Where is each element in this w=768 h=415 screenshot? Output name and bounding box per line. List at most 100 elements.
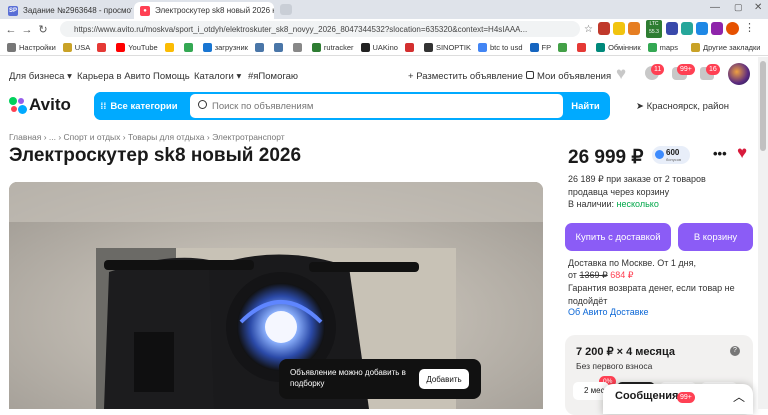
bookmark-item[interactable]: USA bbox=[62, 43, 90, 52]
extension-icon[interactable] bbox=[666, 22, 678, 35]
tab-thumb-icon[interactable] bbox=[280, 4, 292, 15]
bonus-icon bbox=[655, 150, 664, 159]
location-arrow-icon: ➤ bbox=[636, 101, 644, 112]
installment-amount: 7 200 ₽ × 4 месяца bbox=[576, 346, 675, 358]
rutracker-icon bbox=[311, 43, 321, 52]
browser-tab-active[interactable]: ● Электроскутер sk8 новый 2026 к ✕ bbox=[134, 2, 274, 19]
link-catalogs[interactable]: Каталоги ▾ bbox=[194, 71, 241, 82]
installment-subtitle: Без первого взноса bbox=[576, 361, 653, 371]
youtube-icon bbox=[116, 43, 126, 52]
bookmark-item[interactable]: btc to usd bbox=[477, 43, 523, 52]
browser-tab-bar: SP Задание №2963648 - просмотр з ✕ ● Эле… bbox=[0, 0, 768, 19]
help-icon[interactable]: ? bbox=[730, 346, 740, 356]
bookmark-item[interactable] bbox=[292, 43, 305, 52]
toast-add-button[interactable]: Добавить bbox=[419, 369, 469, 389]
sp-favicon-icon: SP bbox=[8, 5, 18, 16]
messages-badge: 99+ bbox=[677, 392, 695, 403]
exchange-icon bbox=[596, 43, 606, 52]
kebab-menu-icon[interactable]: ⋮ bbox=[744, 21, 755, 34]
folder-icon bbox=[62, 43, 72, 52]
bookmark-item[interactable] bbox=[273, 43, 286, 52]
link-i-help[interactable]: #яПомогаю bbox=[248, 71, 298, 82]
bookmark-item[interactable]: SINOPTIK bbox=[423, 43, 471, 52]
bookmark-icon bbox=[577, 43, 587, 52]
user-avatar[interactable] bbox=[728, 63, 750, 85]
bookmark-item[interactable]: Настройки bbox=[7, 43, 56, 52]
notifications-badge: 11 bbox=[651, 64, 665, 75]
breadcrumb[interactable]: Главная › ... › Спорт и отдых › Товары д… bbox=[9, 132, 285, 142]
puzzle-icon[interactable] bbox=[711, 22, 723, 35]
browser-tab[interactable]: SP Задание №2963648 - просмотр з ✕ bbox=[2, 2, 132, 19]
search-icon bbox=[198, 100, 207, 109]
search-input[interactable] bbox=[190, 94, 563, 118]
buy-with-delivery-button[interactable]: Купить с доставкой bbox=[565, 223, 671, 251]
more-options-icon[interactable]: ••• bbox=[713, 146, 727, 161]
bookmark-item[interactable]: Обмінник bbox=[596, 43, 641, 52]
avito-logo-text[interactable]: Avito bbox=[29, 95, 71, 115]
my-ads-link[interactable]: Мои объявления bbox=[526, 71, 611, 82]
bookmark-item[interactable]: загрузник bbox=[202, 43, 248, 52]
back-icon[interactable]: ← bbox=[3, 24, 19, 36]
bookmark-item[interactable]: FP bbox=[529, 43, 551, 52]
bookmark-icon bbox=[97, 43, 107, 52]
other-bookmarks[interactable]: Другие закладки bbox=[691, 43, 760, 52]
all-categories-button[interactable]: ⁞⁞ Все категории bbox=[94, 92, 184, 120]
extension-icon[interactable] bbox=[598, 22, 610, 35]
bookmark-item[interactable] bbox=[558, 43, 570, 52]
add-to-cart-button[interactable]: В корзину bbox=[678, 223, 753, 251]
post-ad-link[interactable]: + Разместить объявление bbox=[408, 71, 523, 82]
avito-logo-icon[interactable] bbox=[9, 97, 29, 115]
messages-panel[interactable]: Сообщения 99+ ︿ bbox=[603, 384, 753, 414]
scrollbar-thumb[interactable] bbox=[760, 61, 766, 151]
stock-status: В наличии: несколько bbox=[568, 199, 659, 209]
bookmark-icon bbox=[292, 43, 302, 52]
download-icon bbox=[202, 43, 212, 52]
close-window-icon[interactable]: ✕ bbox=[754, 2, 762, 13]
minimize-icon[interactable]: — bbox=[710, 2, 720, 13]
extension-icon[interactable] bbox=[681, 22, 693, 35]
fp-icon bbox=[529, 43, 539, 52]
bookmark-item[interactable] bbox=[183, 43, 196, 52]
ltc-price-badge[interactable]: LTC 55.3 bbox=[646, 20, 662, 38]
star-icon[interactable]: ☆ bbox=[584, 24, 593, 35]
bookmark-item[interactable] bbox=[577, 43, 589, 52]
ads-icon bbox=[526, 71, 534, 79]
favorites-heart-icon[interactable]: ♥ bbox=[616, 64, 626, 84]
bookmark-item[interactable] bbox=[254, 43, 267, 52]
extension-icon[interactable] bbox=[613, 22, 625, 35]
delivery-price: от 1369 ₽ 684 ₽ bbox=[568, 270, 634, 280]
favorite-heart-icon[interactable]: ♥ bbox=[737, 143, 747, 163]
extension-icon[interactable] bbox=[628, 22, 640, 35]
bookmark-item[interactable] bbox=[164, 43, 177, 52]
avito-delivery-link[interactable]: Об Авито Доставке bbox=[568, 306, 649, 319]
link-career[interactable]: Карьера в Авито bbox=[77, 71, 150, 82]
url-text: https://www.avito.ru/moskva/sport_i_otdy… bbox=[74, 24, 528, 34]
add-to-collection-toast: Объявление можно добавить в подборку Доб… bbox=[279, 359, 481, 399]
bookmark-item[interactable]: YouTube bbox=[116, 43, 158, 52]
scrollbar[interactable] bbox=[758, 57, 768, 409]
bonus-badge[interactable]: 600 бонусов bbox=[652, 146, 690, 164]
url-field[interactable]: https://www.avito.ru/moskva/sport_i_otdy… bbox=[60, 21, 580, 37]
page-title: Электроскутер sk8 новый 2026 bbox=[9, 145, 302, 166]
reload-icon[interactable]: ↻ bbox=[35, 23, 51, 36]
bookmark-item[interactable] bbox=[404, 43, 417, 52]
forward-icon[interactable]: → bbox=[19, 24, 35, 36]
bookmark-icon bbox=[404, 43, 414, 52]
chevron-up-icon[interactable]: ︿ bbox=[733, 388, 745, 405]
find-button[interactable]: Найти bbox=[563, 94, 608, 118]
bookmark-item[interactable]: UAKino bbox=[360, 43, 398, 52]
browser-address-bar: ← → ↻ https://www.avito.ru/moskva/sport_… bbox=[0, 19, 768, 40]
bookmark-icon bbox=[183, 43, 193, 52]
link-help[interactable]: Помощь bbox=[153, 71, 190, 82]
maximize-icon[interactable]: ▢ bbox=[734, 2, 743, 13]
location-selector[interactable]: ➤ Красноярск, район bbox=[636, 101, 729, 112]
bookmark-item[interactable]: rutracker bbox=[311, 43, 354, 52]
toast-text: Объявление можно добавить в подборку bbox=[290, 368, 406, 388]
bookmark-item[interactable]: maps bbox=[647, 43, 678, 52]
link-for-business[interactable]: Для бизнеса ▾ bbox=[9, 71, 72, 82]
tab-label: Задание №2963648 - просмотр з bbox=[23, 6, 132, 15]
tab-label: Электроскутер sk8 новый 2026 к bbox=[155, 6, 274, 15]
profile-avatar[interactable] bbox=[726, 22, 739, 35]
bookmark-item[interactable] bbox=[97, 43, 109, 52]
extension-icon[interactable] bbox=[696, 22, 708, 35]
